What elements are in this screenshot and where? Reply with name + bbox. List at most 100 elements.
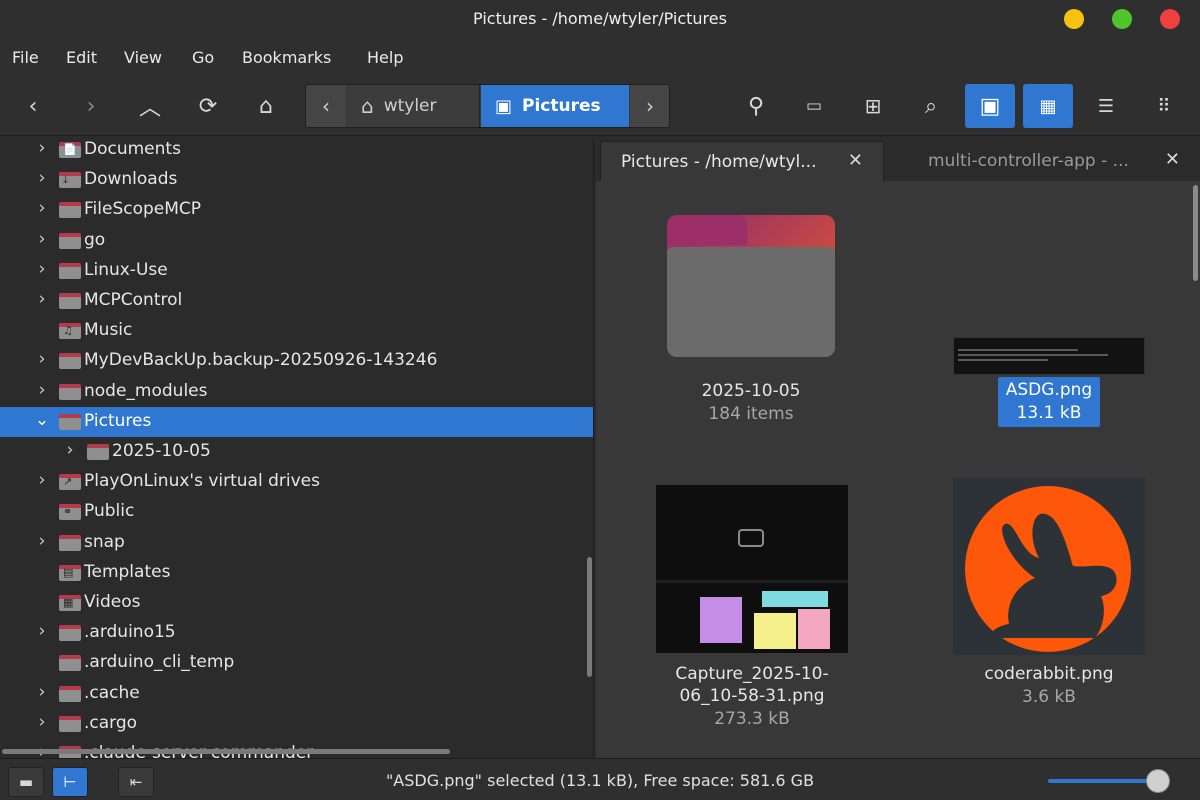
location-icon[interactable]: ⚲ bbox=[733, 84, 779, 128]
sidebar-item[interactable]: .arduino_cli_temp bbox=[0, 648, 593, 678]
sidebar-item[interactable]: › go bbox=[0, 226, 593, 256]
folder-icon bbox=[59, 262, 81, 279]
sidebar-item[interactable]: › PlayOnLinux's virtual drives bbox=[0, 467, 593, 497]
sidebar-horizontal-scrollbar[interactable] bbox=[2, 749, 450, 754]
search-icon[interactable]: ⌕ bbox=[908, 84, 954, 128]
chevron-right-icon[interactable]: › bbox=[34, 712, 50, 732]
sidebar-tree[interactable]: › Documents › Downloads › FileScopeMCP › go › Lin… bbox=[0, 137, 594, 758]
file-item-2025-10-05[interactable]: 2025-10-05 184 items bbox=[656, 380, 846, 426]
folder-icon bbox=[59, 685, 81, 702]
list-view-icon[interactable]: ☰ bbox=[1083, 84, 1129, 128]
menu-view[interactable]: View bbox=[124, 48, 162, 67]
sidebar-item-label: Linux-Use bbox=[84, 259, 168, 280]
forward-icon[interactable]: › bbox=[68, 84, 114, 128]
file-name-line2: 06_10-58-31.png bbox=[679, 686, 825, 706]
sidebar-item[interactable]: › .cargo bbox=[0, 709, 593, 739]
sidebar-item[interactable]: › .cache bbox=[0, 679, 593, 709]
terminal-icon[interactable]: ▭ bbox=[791, 84, 837, 128]
menu-bar: File Edit View Go Bookmarks Help bbox=[0, 40, 1200, 76]
sidebar-scrollbar[interactable] bbox=[587, 557, 592, 677]
folder-icon[interactable] bbox=[667, 215, 835, 357]
sidebar-item[interactable]: ⌄ Pictures bbox=[0, 406, 593, 437]
sidebar-item[interactable]: › Linux-Use bbox=[0, 256, 593, 286]
path-segment-home[interactable]: ⌂ wtyler bbox=[347, 85, 480, 127]
sidebar-item-label: FileScopeMCP bbox=[84, 199, 202, 220]
reload-icon[interactable]: ⟳ bbox=[185, 84, 231, 128]
menu-file[interactable]: File bbox=[12, 48, 39, 67]
chevron-down-icon[interactable]: ⌄ bbox=[34, 410, 50, 430]
chevron-right-icon[interactable]: › bbox=[34, 621, 50, 641]
sidebar-item[interactable]: › MyDevBackUp.backup-20250926-143246 bbox=[0, 346, 593, 376]
file-item-capture[interactable]: Capture_2025-10- 06_10-58-31.png 273.3 k… bbox=[652, 663, 852, 731]
chevron-right-icon[interactable]: › bbox=[34, 380, 50, 400]
menu-edit[interactable]: Edit bbox=[66, 48, 97, 67]
path-left-arrow-icon[interactable]: ‹ bbox=[306, 85, 346, 127]
file-item-asdg[interactable]: ASDG.png 13.1 kB bbox=[953, 377, 1145, 427]
minimize-button[interactable] bbox=[1064, 9, 1084, 29]
sidebar-item-label: .cache bbox=[84, 682, 140, 703]
sidebar-item[interactable]: › Downloads bbox=[0, 165, 593, 195]
coderabbit-thumbnail[interactable] bbox=[953, 478, 1145, 655]
title-bar: Pictures - /home/wtyler/Pictures bbox=[0, 0, 1200, 40]
thumb-window bbox=[700, 597, 742, 643]
chevron-right-icon[interactable]: › bbox=[34, 470, 50, 490]
sidebar-item[interactable]: › .arduino15 bbox=[0, 618, 593, 648]
up-icon[interactable]: ︿ bbox=[127, 84, 173, 128]
chevron-right-icon[interactable]: › bbox=[34, 168, 50, 188]
hide-sidebar-icon[interactable]: ⇤ bbox=[118, 767, 154, 797]
sidebar-item[interactable]: Public bbox=[0, 497, 593, 527]
sidebar-item-label: .arduino15 bbox=[84, 622, 176, 643]
compact-view-icon[interactable]: ⠿ bbox=[1141, 84, 1187, 128]
capture-thumbnail[interactable] bbox=[656, 485, 848, 653]
folder-icon bbox=[59, 534, 81, 551]
tab-close-icon[interactable]: ✕ bbox=[1165, 149, 1180, 170]
sidebar-item[interactable]: › snap bbox=[0, 528, 593, 558]
sidebar-item[interactable]: Templates bbox=[0, 558, 593, 588]
tab-multi-controller-app[interactable]: multi-controller-app - ... ✕ bbox=[884, 141, 1200, 181]
chevron-right-icon[interactable]: › bbox=[34, 349, 50, 369]
sidebar-item[interactable]: › node_modules bbox=[0, 377, 593, 407]
icon-view-icon[interactable]: ▦ bbox=[1023, 84, 1073, 128]
asdg-thumbnail[interactable] bbox=[953, 337, 1145, 375]
maximize-button[interactable] bbox=[1112, 9, 1132, 29]
zoom-slider-knob[interactable] bbox=[1146, 769, 1170, 793]
path-bar: ‹ ⌂ wtyler ▣ Pictures › bbox=[305, 84, 670, 128]
sidebar-item-label: 2025-10-05 bbox=[112, 441, 211, 461]
places-toggle-icon[interactable]: ▬ bbox=[8, 767, 44, 797]
file-item-coderabbit[interactable]: coderabbit.png 3.6 kB bbox=[953, 663, 1145, 709]
sidebar-item[interactable]: › Documents bbox=[0, 137, 593, 165]
new-folder-icon[interactable]: ⊞ bbox=[850, 84, 896, 128]
chevron-right-icon[interactable]: › bbox=[34, 229, 50, 249]
chevron-right-icon[interactable]: › bbox=[34, 198, 50, 218]
main-scrollbar[interactable] bbox=[1193, 185, 1198, 281]
path-segment-pictures[interactable]: ▣ Pictures bbox=[481, 85, 629, 127]
menu-help[interactable]: Help bbox=[367, 48, 403, 67]
menu-go[interactable]: Go bbox=[192, 48, 214, 67]
chevron-right-icon[interactable]: › bbox=[62, 440, 78, 460]
sidebar-item[interactable]: › MCPControl bbox=[0, 286, 593, 316]
picture-view-icon[interactable]: ▣ bbox=[965, 84, 1015, 128]
path-segment-pictures-label: Pictures bbox=[522, 96, 601, 116]
sidebar-item[interactable]: › 2025-10-05 bbox=[0, 437, 593, 467]
file-info: 273.3 kB bbox=[714, 709, 790, 729]
path-right-arrow-icon[interactable]: › bbox=[630, 85, 669, 127]
chevron-right-icon[interactable]: › bbox=[34, 682, 50, 702]
chevron-right-icon[interactable]: › bbox=[34, 289, 50, 309]
back-icon[interactable]: ‹ bbox=[10, 84, 56, 128]
tree-toggle-icon[interactable]: ⊢ bbox=[52, 767, 88, 797]
chevron-right-icon[interactable]: › bbox=[34, 138, 50, 158]
close-button[interactable] bbox=[1160, 9, 1180, 29]
sidebar-item[interactable]: Music bbox=[0, 316, 593, 346]
chevron-right-icon[interactable]: › bbox=[34, 531, 50, 551]
sidebar-item-label: go bbox=[84, 229, 106, 250]
sidebar-item-label: PlayOnLinux's virtual drives bbox=[84, 471, 320, 492]
tab-pictures[interactable]: Pictures - /home/wtyl... ✕ bbox=[600, 141, 884, 181]
menu-bookmarks[interactable]: Bookmarks bbox=[242, 48, 331, 67]
home-icon[interactable]: ⌂ bbox=[243, 84, 289, 128]
status-bar: "ASDG.png" selected (13.1 kB), Free spac… bbox=[0, 758, 1200, 800]
sidebar-item[interactable]: Videos bbox=[0, 588, 593, 618]
zoom-slider-track[interactable] bbox=[1048, 779, 1166, 783]
tab-close-icon[interactable]: ✕ bbox=[848, 150, 863, 171]
chevron-right-icon[interactable]: › bbox=[34, 259, 50, 279]
sidebar-item[interactable]: › FileScopeMCP bbox=[0, 195, 593, 225]
